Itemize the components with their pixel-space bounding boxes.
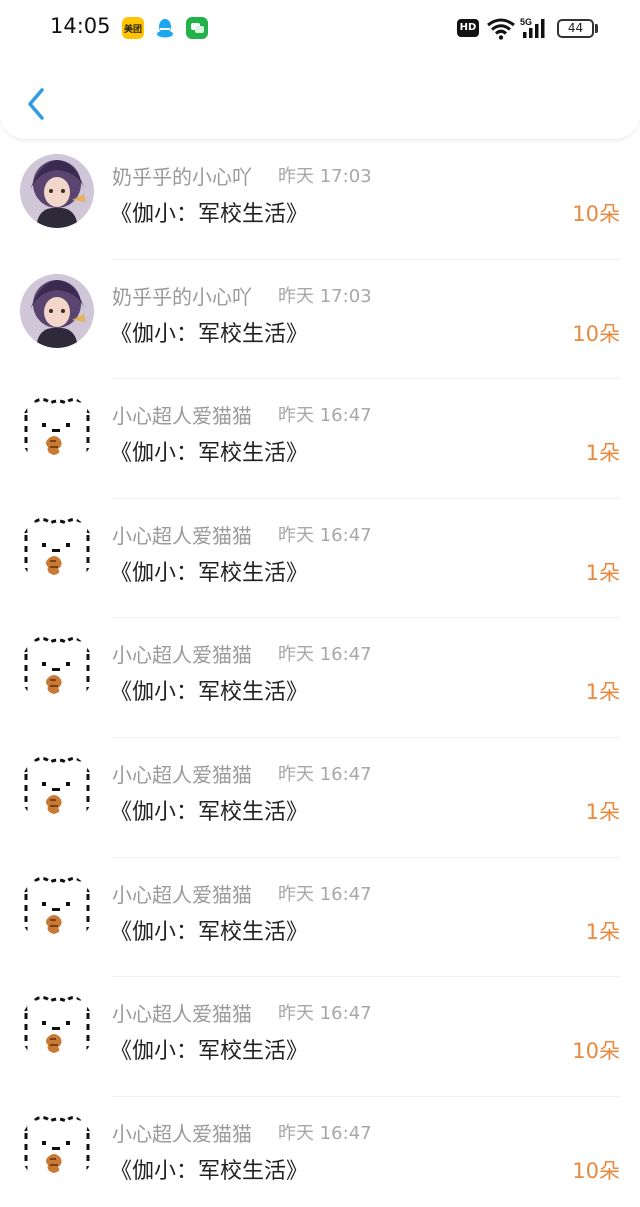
- anime-avatar[interactable]: [20, 154, 94, 228]
- timestamp: 昨天 16:47: [278, 644, 372, 666]
- list-item[interactable]: 小心超人爱猫猫 昨天 16:47 《伽小：军校生活》 1朵: [0, 858, 640, 978]
- bear-avatar[interactable]: [20, 991, 94, 1066]
- list-item[interactable]: 小心超人爱猫猫 昨天 16:47 《伽小：军校生活》 1朵: [0, 379, 640, 499]
- wechat-icon: [186, 17, 208, 39]
- list-item[interactable]: 小心超人爱猫猫 昨天 16:47 《伽小：军校生活》 10朵: [0, 977, 640, 1097]
- list-item[interactable]: 奶乎乎的小心吖 昨天 17:03 《伽小：军校生活》 10朵: [0, 260, 640, 380]
- username: 小心超人爱猫猫: [112, 404, 252, 429]
- list-item[interactable]: 小心超人爱猫猫 昨天 16:47 《伽小：军校生活》 1朵: [0, 499, 640, 619]
- list-item[interactable]: 小心超人爱猫猫 昨天 16:47 《伽小：军校生活》 10朵: [0, 1097, 640, 1207]
- flower-amount: 1朵: [585, 560, 620, 585]
- flower-amount: 1朵: [585, 441, 620, 466]
- flower-amount: 10朵: [572, 321, 620, 346]
- book-title: 《伽小：军校生活》: [110, 799, 309, 825]
- username: 奶乎乎的小心吖: [112, 284, 252, 309]
- username: 小心超人爱猫猫: [112, 1121, 252, 1146]
- timestamp: 昨天 17:03: [278, 166, 372, 187]
- signal-5g-icon: 5G: [520, 16, 550, 46]
- timestamp: 昨天 17:03: [278, 285, 372, 307]
- app-header: 14:05 美团 HD 5G 44: [0, 0, 640, 140]
- battery-icon: 44: [557, 19, 594, 38]
- username: 奶乎乎的小心吖: [112, 165, 252, 189]
- bear-avatar[interactable]: [20, 512, 94, 587]
- flower-amount: 10朵: [572, 1039, 620, 1064]
- book-title: 《伽小：军校生活》: [110, 1158, 309, 1184]
- list-item[interactable]: 小心超人爱猫猫 昨天 16:47 《伽小：军校生活》 1朵: [0, 618, 640, 738]
- username: 小心超人爱猫猫: [112, 1002, 252, 1027]
- bear-avatar[interactable]: [20, 751, 94, 826]
- status-bar: 14:05 美团 HD 5G 44: [0, 0, 640, 58]
- bear-avatar[interactable]: [20, 1110, 94, 1185]
- flower-amount: 10朵: [572, 202, 620, 226]
- username: 小心超人爱猫猫: [112, 523, 252, 548]
- status-time: 14:05: [50, 14, 111, 38]
- bear-avatar[interactable]: [20, 393, 94, 468]
- chevron-left-icon: [28, 88, 44, 120]
- timestamp: 昨天 16:47: [278, 1003, 372, 1025]
- book-title: 《伽小：军校生活》: [110, 321, 309, 347]
- timestamp: 昨天 16:47: [278, 405, 372, 427]
- hd-icon: HD: [457, 19, 479, 37]
- flower-amount: 1朵: [585, 919, 620, 944]
- timestamp: 昨天 16:47: [278, 883, 372, 905]
- wifi-icon: [486, 17, 516, 45]
- svg-text:5G: 5G: [520, 17, 532, 27]
- book-title: 《伽小：军校生活》: [110, 441, 309, 467]
- list-item[interactable]: 小心超人爱猫猫 昨天 16:47 《伽小：军校生活》 1朵: [0, 738, 640, 858]
- book-title: 《伽小：军校生活》: [110, 1039, 309, 1065]
- bear-avatar[interactable]: [20, 632, 94, 707]
- username: 小心超人爱猫猫: [112, 882, 252, 907]
- timestamp: 昨天 16:47: [278, 524, 372, 546]
- book-title: 《伽小：军校生活》: [110, 919, 309, 945]
- flower-amount: 1朵: [585, 680, 620, 705]
- qq-icon: [154, 17, 176, 39]
- timestamp: 昨天 16:47: [278, 1122, 372, 1144]
- back-button[interactable]: [14, 80, 58, 128]
- anime-avatar[interactable]: [20, 273, 94, 348]
- book-title: 《伽小：军校生活》: [110, 680, 309, 706]
- book-title: 《伽小：军校生活》: [110, 202, 309, 227]
- list-item[interactable]: 奶乎乎的小心吖 昨天 17:03 《伽小：军校生活》 10朵: [0, 140, 640, 260]
- timestamp: 昨天 16:47: [278, 763, 372, 785]
- battery-tip: [595, 24, 598, 33]
- flower-amount: 10朵: [572, 1158, 620, 1183]
- bear-avatar[interactable]: [20, 871, 94, 946]
- gift-record-list: 奶乎乎的小心吖 昨天 17:03 《伽小：军校生活》 10朵 奶乎乎的小心吖 昨天 17…: [0, 140, 640, 1207]
- book-title: 《伽小：军校生活》: [110, 560, 309, 586]
- username: 小心超人爱猫猫: [112, 643, 252, 668]
- username: 小心超人爱猫猫: [112, 762, 252, 787]
- flower-amount: 1朵: [585, 799, 620, 824]
- meituan-icon: 美团: [122, 17, 144, 39]
